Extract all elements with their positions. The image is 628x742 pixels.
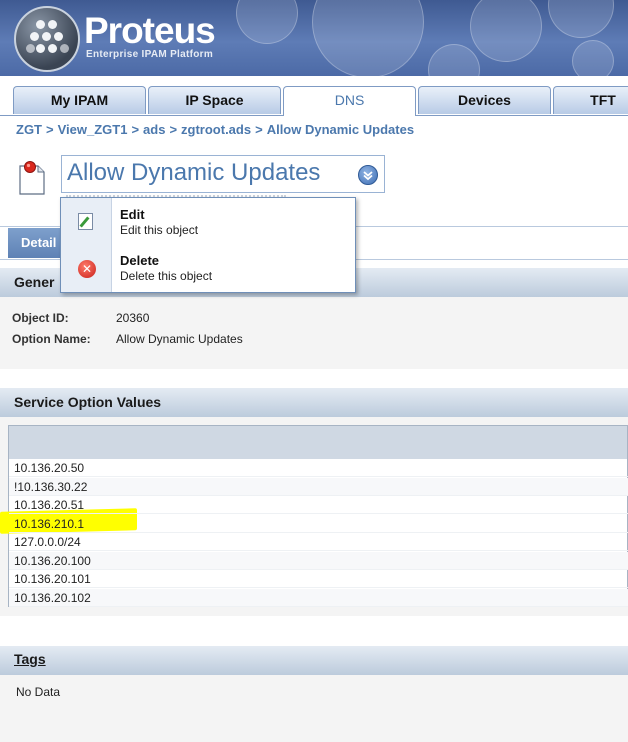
logo-subtitle: Enterprise IPAM Platform	[86, 49, 214, 60]
logo-title: Proteus	[84, 10, 216, 51]
tags-section-header	[0, 646, 628, 675]
breadcrumb-item-ads[interactable]: ads	[143, 122, 165, 137]
breadcrumb-separator: >	[255, 122, 263, 137]
tab-my-ipam[interactable]: My IPAM	[13, 86, 146, 114]
value-row[interactable]: 10.136.20.51	[9, 496, 628, 514]
menu-item-description: Edit this object	[120, 223, 199, 237]
breadcrumb-item-zgt[interactable]: ZGT	[16, 122, 42, 137]
value-row[interactable]: 10.136.20.50	[9, 459, 628, 477]
menu-item-title: Edit	[120, 207, 145, 222]
value-row[interactable]: 10.136.210.1	[9, 515, 628, 533]
menu-item-description: Delete this object	[120, 269, 213, 283]
tags-section-body	[0, 675, 628, 742]
object-id-value: 20360	[116, 311, 150, 325]
decorative-bubble	[312, 0, 424, 76]
edit-icon	[78, 213, 93, 230]
page-title: Allow Dynamic Updates	[67, 159, 321, 186]
option-name-value: Allow Dynamic Updates	[116, 332, 243, 346]
object-id-label: Object ID:	[12, 311, 69, 325]
decorative-bubble	[236, 0, 298, 44]
breadcrumb-item-current[interactable]: Allow Dynamic Updates	[267, 122, 414, 137]
tab-ip-space[interactable]: IP Space	[148, 86, 281, 114]
decorative-bubble	[428, 44, 480, 76]
tab-devices[interactable]: Devices	[418, 86, 551, 114]
general-section-body	[0, 297, 628, 369]
breadcrumb-item-zone[interactable]: zgtroot.ads	[181, 122, 251, 137]
tab-dns[interactable]: DNS	[283, 86, 416, 116]
breadcrumb-separator: >	[46, 122, 54, 137]
service-option-icon	[19, 161, 45, 195]
object-title-menu-button[interactable]: Allow Dynamic Updates	[61, 155, 385, 193]
decorative-bubble	[548, 0, 614, 38]
decorative-bubble	[470, 0, 542, 62]
proteus-logo-icon	[14, 6, 80, 72]
menu-item-title: Delete	[120, 253, 160, 268]
menu-item-edit[interactable]: Edit Edit this object	[61, 198, 355, 242]
value-row[interactable]: !10.136.30.22	[9, 477, 628, 496]
breadcrumb-separator: >	[131, 122, 140, 137]
tags-empty-text: No Data	[16, 685, 61, 699]
service-option-values-header: Service Option Values	[0, 388, 628, 417]
tags-title[interactable]: Tags	[14, 651, 46, 667]
tab-tftp[interactable]: TFT	[553, 86, 628, 114]
value-row[interactable]: 10.136.20.100	[9, 551, 628, 570]
value-row[interactable]: 10.136.20.102	[9, 588, 628, 607]
breadcrumb: ZGT > View_ZGT1 > ads > zgtroot.ads > Allow Dyna…	[16, 122, 414, 137]
decorative-bubble	[572, 40, 614, 76]
option-name-label: Option Name:	[12, 332, 91, 346]
menu-item-delete[interactable]: ✕ Delete Delete this object	[61, 244, 355, 288]
breadcrumb-item-view[interactable]: View_ZGT1	[58, 122, 128, 137]
value-row[interactable]: 127.0.0.0/24	[9, 533, 628, 551]
chevron-down-icon[interactable]	[358, 165, 378, 185]
values-table-header	[9, 426, 627, 459]
object-context-menu: Edit Edit this object ✕ Delete Delete th…	[60, 197, 356, 293]
delete-icon: ✕	[78, 260, 96, 278]
breadcrumb-separator: >	[169, 122, 178, 137]
value-row[interactable]: 10.136.20.101	[9, 570, 628, 588]
app-header: Proteus Enterprise IPAM Platform	[0, 0, 628, 76]
